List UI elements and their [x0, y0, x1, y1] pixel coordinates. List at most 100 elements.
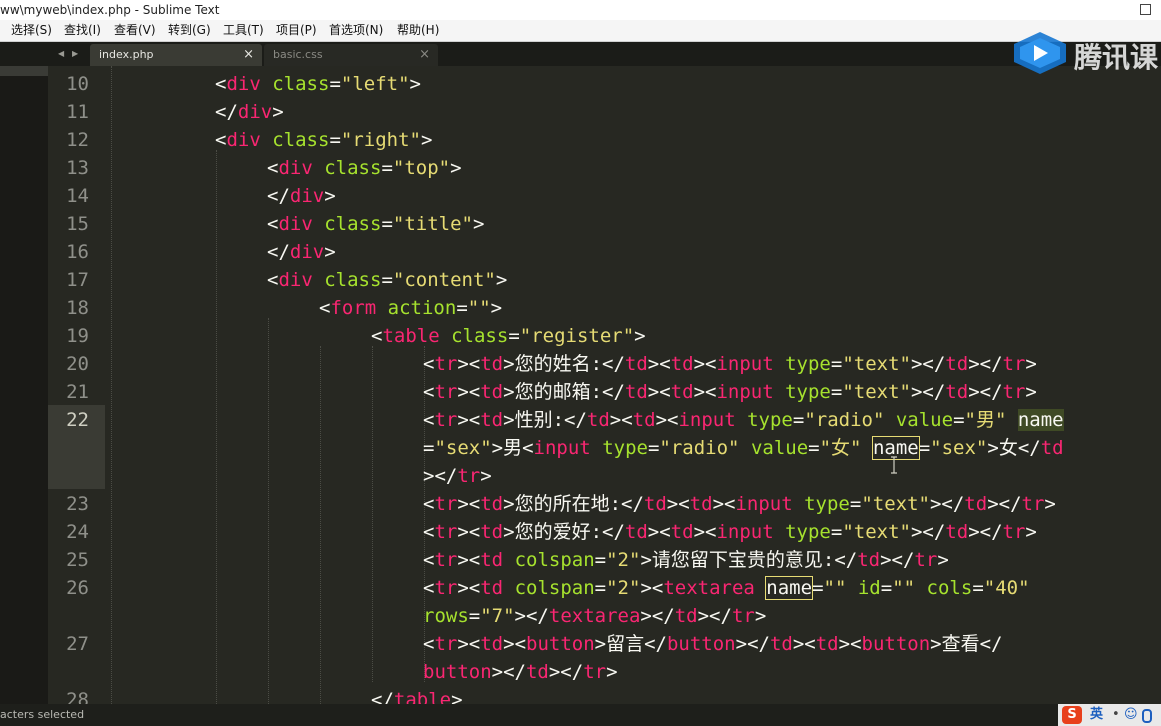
code-token: tr — [434, 353, 458, 375]
code-line[interactable]: <tr><td>您的爱好:</td><td><input type="text"… — [423, 518, 1037, 546]
line-number: 24 — [66, 521, 89, 543]
code-line[interactable]: <tr><td><button>留言</button></td><td><but… — [423, 630, 1002, 658]
code-token: >< — [457, 521, 481, 543]
ime-emoji-icon[interactable]: ☺ — [1124, 704, 1138, 726]
code-token: = — [594, 577, 607, 599]
code-line[interactable]: </div> — [267, 238, 336, 266]
ime-language-toggle[interactable]: 英 — [1090, 704, 1103, 726]
code-token: td — [480, 353, 504, 375]
code-token: = — [808, 437, 820, 459]
code-token: = — [381, 269, 393, 291]
code-line[interactable]: <div class="title"> — [267, 210, 484, 238]
code-token: ></ — [987, 493, 1022, 515]
line-number: 13 — [66, 157, 89, 179]
menu-item-view[interactable]: 查看(V) — [114, 20, 156, 41]
code-token: > — [606, 661, 618, 683]
code-token: td — [769, 633, 793, 655]
close-icon[interactable]: × — [243, 44, 254, 66]
code-token: "sex" — [930, 437, 988, 459]
code-token: colspan — [514, 577, 595, 599]
menu-item-help[interactable]: 帮助(H) — [397, 20, 439, 41]
code-token: form — [330, 297, 377, 319]
code-line[interactable]: </div> — [215, 98, 284, 126]
line-number: 27 — [66, 633, 89, 655]
code-line[interactable]: <form action=""> — [319, 294, 502, 322]
code-line[interactable]: ></tr> — [423, 462, 492, 490]
code-line[interactable]: <div class="left"> — [215, 70, 421, 98]
indent-guide — [111, 66, 112, 704]
tab-next-icon[interactable]: ▶ — [72, 42, 78, 66]
code-editor[interactable]: <div class="left"> </div> <div class="righ… — [105, 66, 1161, 704]
code-token: type — [785, 353, 831, 375]
code-token: = — [880, 577, 893, 599]
menu-bar: 选择(S) 查找(I) 查看(V) 转到(G) 工具(T) 项目(P) 首选项(… — [0, 20, 1161, 42]
code-token: = — [381, 213, 393, 235]
ime-microphone-icon[interactable] — [1142, 709, 1152, 723]
line-number: 15 — [66, 213, 89, 235]
menu-item-preferences[interactable]: 首选项(N) — [329, 20, 383, 41]
code-token: div — [226, 73, 261, 95]
code-token: textarea — [663, 577, 755, 599]
code-token: td — [525, 661, 549, 683]
code-line[interactable]: <tr><td>您的姓名:</td><td><input type="text"… — [423, 350, 1037, 378]
code-token: = — [329, 73, 341, 95]
menu-item-select[interactable]: 选择(S) — [11, 20, 52, 41]
code-line[interactable]: <tr><td>您的邮箱:</td><td><input type="text"… — [423, 378, 1037, 406]
code-line[interactable]: <div class="top"> — [267, 154, 462, 182]
code-token: ></ — [548, 661, 584, 683]
tab-navigation: ◀ ▶ — [52, 42, 88, 66]
code-token: td — [945, 381, 969, 403]
code-line[interactable]: rows="7"></textarea></td></tr> — [423, 602, 766, 630]
menu-item-tools[interactable]: 工具(T) — [223, 20, 264, 41]
code-line[interactable]: <tr><td>性别:</td><td><input type="radio" … — [423, 406, 1064, 434]
code-token: "sex" — [434, 437, 492, 459]
code-token: ></ — [910, 381, 946, 403]
code-token: tr — [434, 577, 458, 599]
code-line[interactable]: </div> — [267, 182, 336, 210]
code-token: > — [1025, 521, 1037, 543]
tab-index-php[interactable]: index.php × — [90, 44, 262, 66]
sidebar-header — [0, 66, 48, 76]
code-line[interactable]: <tr><td>您的所在地:</td><td><input type="text… — [423, 490, 1056, 518]
code-line[interactable]: button></td></tr> — [423, 658, 618, 686]
menu-item-goto[interactable]: 转到(G) — [168, 20, 211, 41]
code-line[interactable]: <div class="content"> — [267, 266, 507, 294]
code-token: "top" — [392, 157, 451, 179]
code-token: > — [1025, 353, 1037, 375]
code-line[interactable]: </table> — [371, 686, 463, 704]
code-line[interactable]: <div class="right"> — [215, 126, 432, 154]
code-token: div — [278, 213, 313, 235]
menu-item-find[interactable]: 查找(I) — [64, 20, 101, 41]
code-token: >< — [503, 633, 527, 655]
code-token: ></ — [968, 353, 1003, 375]
code-token: div — [278, 157, 313, 179]
code-token: >您的姓名:</ — [503, 353, 625, 375]
ime-punctuation-icon[interactable]: • — [1112, 704, 1120, 726]
code-token: input — [716, 521, 774, 543]
ime-toolbar[interactable]: S 英 • ☺ — [1058, 704, 1161, 726]
code-token: td — [632, 409, 656, 431]
code-token: class — [451, 325, 509, 347]
code-token: = — [423, 437, 435, 459]
tab-prev-icon[interactable]: ◀ — [58, 42, 64, 66]
code-line[interactable]: <tr><td colspan="2">请您留下宝贵的意见:</td></tr> — [423, 546, 949, 574]
tab-basic-css[interactable]: basic.css × — [264, 44, 438, 66]
code-token: tr — [434, 381, 458, 403]
maximize-button[interactable] — [1131, 0, 1161, 20]
code-line[interactable]: <table class="register"> — [371, 322, 646, 350]
code-token: td — [643, 493, 667, 515]
code-token: colspan — [514, 549, 595, 571]
code-token: td — [945, 353, 969, 375]
close-icon[interactable]: × — [419, 44, 430, 66]
code-line[interactable]: ="sex">男<input type="radio" value="女" na… — [423, 434, 1064, 462]
code-token: >< — [693, 381, 717, 403]
code-token: div — [237, 101, 273, 123]
code-token: </ — [371, 689, 394, 704]
code-line[interactable]: <tr><td colspan="2"><textarea name="" id… — [423, 574, 1030, 602]
ime-logo-icon[interactable]: S — [1062, 706, 1082, 724]
menu-item-project[interactable]: 项目(P) — [276, 20, 317, 41]
code-token: > — [1025, 381, 1037, 403]
